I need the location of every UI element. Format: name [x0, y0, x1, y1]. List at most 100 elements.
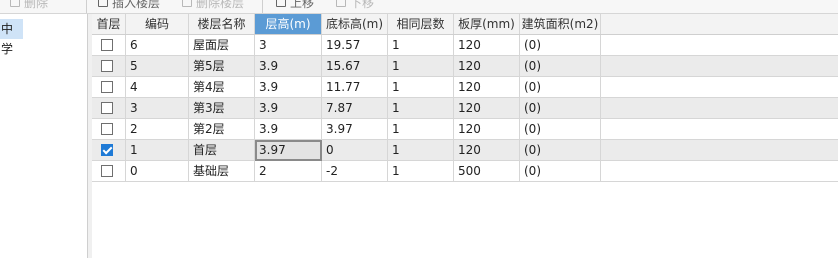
row-filler [601, 140, 838, 161]
cell-floor-name[interactable]: 第3层 [189, 98, 255, 119]
toolbar-divider [86, 0, 87, 13]
cell-floor-area[interactable]: (0) [520, 35, 601, 56]
cell-floor-height[interactable]: 3 [255, 35, 322, 56]
table-row[interactable]: 1 首层 3.97 0 1 120 (0) [92, 140, 838, 161]
header-code[interactable]: 编码 [126, 14, 189, 34]
first-floor-checkbox[interactable] [101, 102, 113, 114]
table-row[interactable]: 2 第2层 3.9 3.97 1 120 (0) [92, 119, 838, 140]
table-header: 首层 编码 楼层名称 层高(m) 底标高(m) 相同层数 板厚(mm) 建筑面积… [92, 14, 838, 35]
header-slab-thickness[interactable]: 板厚(mm) [454, 14, 520, 34]
first-floor-checkbox[interactable] [101, 39, 113, 51]
table-row[interactable]: 4 第4层 3.9 11.77 1 120 (0) [92, 77, 838, 98]
first-floor-checkbox[interactable] [101, 81, 113, 93]
move-up-button[interactable]: 上移 [276, 0, 314, 10]
cell-bottom-elevation[interactable]: -2 [322, 161, 388, 182]
row-filler [601, 35, 838, 56]
cell-same-count[interactable]: 1 [388, 119, 454, 140]
delete-button[interactable]: 删除 [10, 0, 48, 10]
cell-slab-thickness[interactable]: 500 [454, 161, 520, 182]
insert-floor-button[interactable]: 插入楼层 [98, 0, 160, 10]
row-filler [601, 98, 838, 119]
cell-floor-area[interactable]: (0) [520, 77, 601, 98]
toolbar: 删除 插入楼层 删除楼层 上移 下移 [0, 0, 838, 14]
cell-first-floor[interactable] [92, 35, 126, 56]
table-row[interactable]: 0 基础层 2 -2 1 500 (0) [92, 161, 838, 182]
delete-floor-button[interactable]: 删除楼层 [182, 0, 244, 10]
cell-same-count[interactable]: 1 [388, 98, 454, 119]
cell-code[interactable]: 1 [126, 140, 189, 161]
arrow-up-icon [276, 0, 286, 7]
cell-floor-height[interactable]: 3.9 [255, 56, 322, 77]
cell-bottom-elevation[interactable]: 15.67 [322, 56, 388, 77]
header-floor-area[interactable]: 建筑面积(m2) [520, 14, 601, 34]
cell-first-floor[interactable] [92, 119, 126, 140]
cell-slab-thickness[interactable]: 120 [454, 77, 520, 98]
delete-floor-icon [182, 0, 192, 7]
building-tree-panel: 中学 [0, 14, 88, 258]
cell-floor-area[interactable]: (0) [520, 161, 601, 182]
cell-bottom-elevation[interactable]: 3.97 [322, 119, 388, 140]
first-floor-checkbox[interactable] [101, 123, 113, 135]
table-row[interactable]: 5 第5层 3.9 15.67 1 120 (0) [92, 56, 838, 77]
cell-code[interactable]: 2 [126, 119, 189, 140]
cell-slab-thickness[interactable]: 120 [454, 56, 520, 77]
cell-floor-name[interactable]: 第2层 [189, 119, 255, 140]
cell-floor-area[interactable]: (0) [520, 56, 601, 77]
row-filler [601, 119, 838, 140]
cell-code[interactable]: 0 [126, 161, 189, 182]
cell-first-floor[interactable] [92, 77, 126, 98]
cell-first-floor[interactable] [92, 98, 126, 119]
toolbar-divider [262, 0, 263, 13]
first-floor-checkbox[interactable] [101, 60, 113, 72]
cell-floor-name[interactable]: 屋面层 [189, 35, 255, 56]
floor-table: 首层 编码 楼层名称 层高(m) 底标高(m) 相同层数 板厚(mm) 建筑面积… [92, 14, 838, 258]
cell-floor-area[interactable]: (0) [520, 119, 601, 140]
cell-slab-thickness[interactable]: 120 [454, 35, 520, 56]
cell-first-floor[interactable] [92, 161, 126, 182]
cell-floor-height[interactable]: 3.9 [255, 77, 322, 98]
cell-same-count[interactable]: 1 [388, 56, 454, 77]
first-floor-checkbox[interactable] [101, 165, 113, 177]
cell-floor-height[interactable]: 3.9 [255, 98, 322, 119]
cell-floor-name[interactable]: 基础层 [189, 161, 255, 182]
cell-code[interactable]: 4 [126, 77, 189, 98]
header-same-count[interactable]: 相同层数 [388, 14, 454, 34]
cell-floor-height[interactable]: 2 [255, 161, 322, 182]
table-row[interactable]: 3 第3层 3.9 7.87 1 120 (0) [92, 98, 838, 119]
cell-code[interactable]: 5 [126, 56, 189, 77]
cell-bottom-elevation[interactable]: 7.87 [322, 98, 388, 119]
cell-same-count[interactable]: 1 [388, 161, 454, 182]
cell-code[interactable]: 6 [126, 35, 189, 56]
cell-floor-height[interactable]: 3.9 [255, 119, 322, 140]
cell-floor-name[interactable]: 第4层 [189, 77, 255, 98]
cell-code[interactable]: 3 [126, 98, 189, 119]
arrow-down-icon [336, 0, 346, 7]
table-row[interactable]: 6 屋面层 3 19.57 1 120 (0) [92, 35, 838, 56]
header-first-floor[interactable]: 首层 [92, 14, 126, 34]
cell-same-count[interactable]: 1 [388, 35, 454, 56]
row-filler [601, 56, 838, 77]
cell-bottom-elevation[interactable]: 11.77 [322, 77, 388, 98]
insert-floor-icon [98, 0, 108, 7]
header-bottom-elevation[interactable]: 底标高(m) [322, 14, 388, 34]
cell-same-count[interactable]: 1 [388, 77, 454, 98]
tree-item-selected[interactable]: 中学 [0, 19, 23, 56]
cell-floor-height[interactable]: 3.97 [255, 140, 322, 161]
header-floor-name[interactable]: 楼层名称 [189, 14, 255, 34]
cell-bottom-elevation[interactable]: 0 [322, 140, 388, 161]
cell-first-floor[interactable] [92, 140, 126, 161]
cell-same-count[interactable]: 1 [388, 140, 454, 161]
cell-slab-thickness[interactable]: 120 [454, 119, 520, 140]
cell-floor-name[interactable]: 第5层 [189, 56, 255, 77]
cell-slab-thickness[interactable]: 120 [454, 98, 520, 119]
move-down-button[interactable]: 下移 [336, 0, 374, 10]
first-floor-checkbox[interactable] [101, 144, 113, 156]
cell-floor-area[interactable]: (0) [520, 98, 601, 119]
header-floor-height[interactable]: 层高(m) [255, 14, 322, 34]
cell-slab-thickness[interactable]: 120 [454, 140, 520, 161]
cell-bottom-elevation[interactable]: 19.57 [322, 35, 388, 56]
delete-icon [10, 0, 20, 7]
cell-floor-area[interactable]: (0) [520, 140, 601, 161]
cell-floor-name[interactable]: 首层 [189, 140, 255, 161]
cell-first-floor[interactable] [92, 56, 126, 77]
